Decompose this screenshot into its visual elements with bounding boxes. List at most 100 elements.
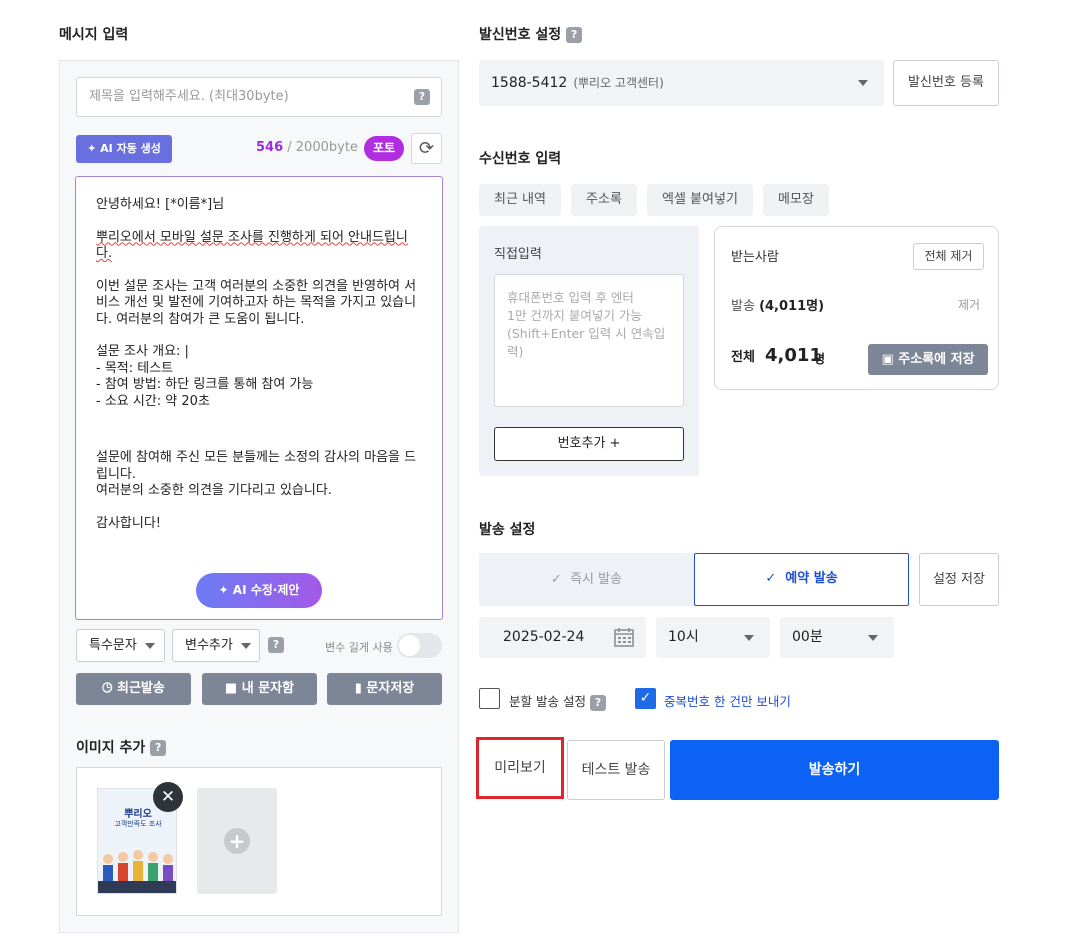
tab-memo[interactable]: 메모장 [763, 184, 829, 216]
plus-icon: + [224, 828, 250, 854]
message-line: 설문에 참여해 주신 모든 분들께는 소정의 감사의 마음을 드립니다. 여러분… [96, 450, 417, 498]
register-sender-button[interactable]: 발신번호 등록 [893, 60, 999, 106]
split-send-label: 분할 발송 설정 ? [509, 691, 606, 711]
save-addressbook-label: 주소록에 저장 [898, 352, 975, 367]
tab-recent[interactable]: 최근 내역 [479, 184, 561, 216]
help-icon[interactable]: ? [566, 27, 583, 43]
save-message-button[interactable]: ▮ 문자저장 [327, 673, 442, 705]
ai-generate-button[interactable]: ✦ AI 자동 생성 [76, 135, 172, 163]
remove-link[interactable]: 제거 [958, 296, 980, 313]
ai-edit-button[interactable]: ✦ AI 수정·제안 [196, 573, 322, 608]
tab-excel-paste[interactable]: 엑셀 붙여넣기 [647, 184, 753, 216]
subject-placeholder: 제목을 입력해주세요. (최대30byte) [89, 89, 289, 104]
variable-length-toggle[interactable] [397, 633, 442, 658]
my-messages-button[interactable]: ■ 내 문자함 [202, 673, 317, 705]
recent-send-button[interactable]: 🕒︎ 최근발송 [76, 673, 191, 705]
sender-section-title: 발신번호 설정 ? [479, 24, 583, 44]
byte-current: 546 [256, 140, 284, 155]
clear-all-button[interactable]: 전체 제거 [913, 243, 984, 270]
hour-select[interactable]: 10시 [656, 617, 770, 658]
send-count: (4,011명) [759, 299, 825, 314]
save-to-addressbook-button[interactable]: ▣ 주소록에 저장 [868, 344, 988, 375]
book-icon: ▣ [881, 352, 894, 367]
split-send-text: 분할 발송 설정 [509, 694, 586, 709]
my-messages-label: 내 문자함 [241, 681, 295, 696]
date-value: 2025-02-24 [503, 629, 585, 645]
byte-counter: 546 / 2000byte [256, 140, 358, 155]
message-line: 안녕하세요! [*이름*]님 [96, 197, 225, 212]
add-variable-label: 변수추가 [185, 638, 233, 653]
date-picker[interactable]: 2025-02-24 [479, 617, 646, 658]
thumb-subtitle: 고객만족도 조사 [114, 820, 162, 828]
add-number-button[interactable]: 번호추가 + [494, 427, 684, 461]
message-textarea[interactable]: 안녕하세요! [*이름*]님 뿌리오에서 모바일 설문 조사를 진행하게 되어 … [75, 176, 443, 620]
chevron-down-icon [240, 642, 251, 649]
preview-button[interactable]: 미리보기 [476, 737, 564, 799]
save-settings-button[interactable]: 설정 저장 [919, 553, 999, 606]
direct-input-title: 직접입력 [494, 247, 542, 262]
close-icon: ✕ [160, 787, 176, 807]
sender-number-select[interactable]: 1588-5412 (뿌리오 고객센터) [479, 60, 884, 106]
receiver-title: 받는사람 [731, 250, 779, 265]
chevron-down-icon [744, 635, 754, 641]
minute-value: 00분 [792, 629, 823, 645]
remove-image-button[interactable]: ✕ [153, 782, 183, 812]
help-icon[interactable]: ? [268, 637, 284, 653]
clock-icon: 🕒︎ [102, 681, 113, 696]
check-icon: ✓ [765, 571, 777, 586]
instant-send-option[interactable]: ✓ 즉시 발송 [479, 553, 694, 606]
recent-send-label: 최근발송 [116, 681, 165, 696]
add-variable-dropdown[interactable]: 변수추가 [172, 629, 260, 662]
toggle-knob [399, 635, 420, 656]
refresh-icon: ⟳ [418, 138, 435, 159]
total-unit: 명 [814, 352, 826, 366]
ai-edit-label: AI 수정·제안 [232, 583, 300, 597]
help-icon[interactable]: ? [414, 89, 430, 105]
sender-section-label: 발신번호 설정 [479, 27, 562, 43]
save-message-label: 문자저장 [366, 681, 415, 696]
subject-input[interactable]: 제목을 입력해주세요. (최대30byte) ? [76, 77, 442, 117]
sender-hint: (뿌리오 고객센터) [573, 76, 664, 90]
help-icon[interactable]: ? [589, 694, 606, 711]
special-char-dropdown[interactable]: 특수문자 [76, 629, 165, 662]
message-line: 감사합니다! [96, 515, 162, 531]
byte-max: / 2000byte [283, 140, 358, 155]
dedupe-checkbox[interactable]: ✓ [635, 688, 656, 709]
message-line: 설문 조사 개요: | - 목적: 테스트 - 참여 방법: 하단 링크를 통해… [96, 344, 314, 409]
reserve-send-option[interactable]: ✓ 예약 발송 [694, 553, 909, 606]
help-icon[interactable]: ? [150, 740, 167, 756]
bookmark-icon: ▮ [354, 681, 362, 696]
chevron-down-icon [144, 642, 155, 649]
instant-send-label: 즉시 발송 [570, 572, 623, 587]
phone-input[interactable]: 휴대폰번호 입력 후 엔터 1만 건까지 붙여넣기 가능 (Shift+Ente… [494, 274, 684, 407]
folder-icon: ■ [224, 681, 238, 696]
people-illustration [98, 850, 176, 893]
calendar-icon [614, 628, 634, 647]
variable-length-label: 변수 길게 사용 [325, 641, 393, 654]
hour-value: 10시 [668, 629, 699, 645]
test-send-button[interactable]: 테스트 발송 [567, 740, 665, 800]
photo-badge: 포토 [364, 136, 404, 161]
dedupe-label: 중복번호 한 건만 보내기 [664, 694, 791, 709]
sparkle-icon: ✦ [87, 142, 97, 155]
add-image-button[interactable]: + [197, 788, 277, 894]
total-label: 전체 [731, 350, 755, 365]
special-char-label: 특수문자 [89, 638, 137, 653]
send-settings-title: 발송 설정 [479, 522, 536, 538]
minute-select[interactable]: 00분 [780, 617, 894, 658]
ai-generate-label: AI 자동 생성 [100, 142, 161, 155]
check-icon: ✓ [639, 690, 652, 706]
send-summary-label: 발송 [731, 299, 755, 314]
refresh-button[interactable]: ⟳ [411, 133, 442, 164]
send-summary: 발송 (4,011명) [731, 295, 824, 314]
tab-addressbook[interactable]: 주소록 [571, 184, 637, 216]
image-section-label: 이미지 추가 [76, 740, 146, 756]
message-line: 뿌리오에서 모바일 설문 조사를 진행하게 되어 안내드립니다. [96, 229, 408, 262]
sender-number: 1588-5412 [491, 75, 568, 91]
image-section-title: 이미지 추가 ? [76, 737, 167, 757]
message-line: 이번 설문 조사는 고객 여러분의 소중한 의견을 반영하여 서비스 개선 및 … [96, 278, 417, 327]
message-section-title: 메시지 입력 [59, 27, 129, 43]
chevron-down-icon [858, 80, 868, 86]
send-button[interactable]: 발송하기 [670, 740, 999, 800]
split-send-checkbox[interactable] [479, 688, 500, 709]
